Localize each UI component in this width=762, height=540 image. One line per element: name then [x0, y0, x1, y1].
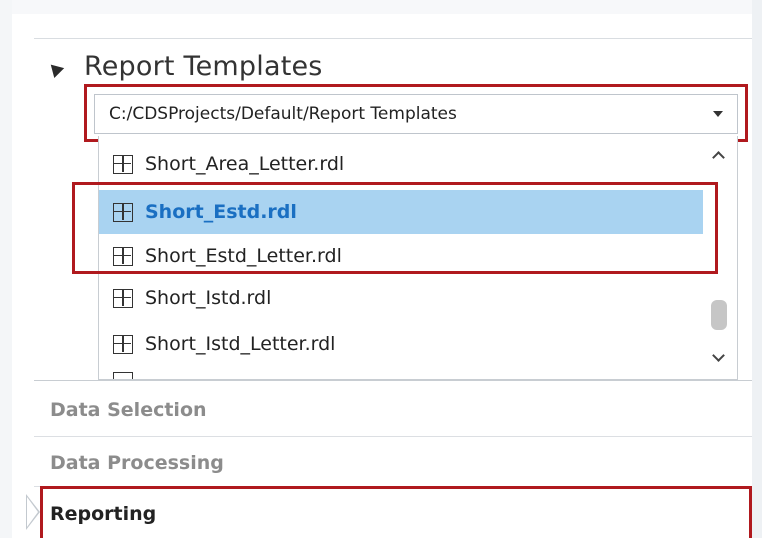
nav-label: Data Selection	[50, 399, 207, 421]
list-item[interactable]: Short_Istd.rdl	[99, 276, 703, 320]
section-header[interactable]: Report Templates	[45, 46, 708, 86]
right-edge	[752, 0, 762, 538]
report-template-icon	[113, 372, 133, 379]
scroll-up-icon[interactable]	[712, 148, 725, 164]
items-highlight-box	[72, 182, 718, 274]
scroll-thumb[interactable]	[711, 300, 727, 330]
report-templates-panel: Report Templates C:/CDSProjects/Default/…	[0, 0, 762, 540]
path-highlight-box	[84, 84, 748, 142]
list-item-label: Short_Area_Letter.rdl	[145, 153, 345, 175]
list-item[interactable]: Short_Area_Letter.rdl	[99, 142, 703, 186]
nav-divider	[34, 380, 752, 381]
top-separator	[34, 38, 752, 39]
collapse-triangle-icon[interactable]	[45, 59, 65, 79]
nav-data-selection[interactable]: Data Selection	[34, 384, 752, 436]
list-item[interactable]: Short_Istd_Letter.rdl	[99, 322, 703, 366]
list-item-label: Short_Istd_Letter.rdl	[145, 333, 336, 355]
left-edge	[0, 0, 12, 538]
list-item-label: Short_Istd.rdl	[145, 287, 272, 309]
nav-data-processing[interactable]: Data Processing	[34, 437, 752, 489]
reporting-highlight-box	[40, 486, 752, 538]
active-pointer-inner	[27, 497, 38, 527]
report-template-icon	[113, 334, 133, 354]
report-template-icon	[113, 288, 133, 308]
scroll-down-icon[interactable]	[712, 349, 725, 364]
report-template-icon	[113, 154, 133, 174]
top-band	[12, 0, 752, 14]
section-title: Report Templates	[84, 50, 323, 82]
nav-label: Data Processing	[50, 452, 224, 474]
